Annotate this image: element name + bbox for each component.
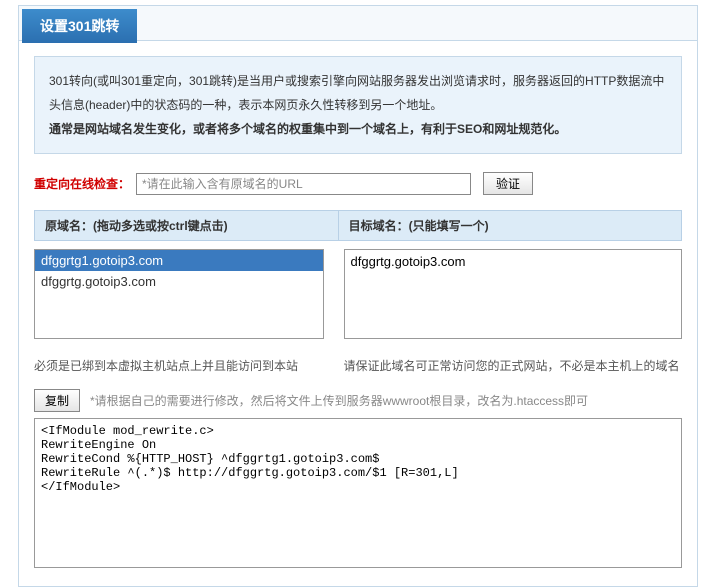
columns-header: 原域名：(拖动多选或按ctrl键点击) 目标域名：(只能填写一个) xyxy=(34,210,682,241)
intro-box: 301转向(或叫301重定向，301跳转)是当用户或搜索引擎向网站服务器发出浏览… xyxy=(34,56,682,154)
source-note: 必须是已绑到本虚拟主机站点上并且能访问到本站 xyxy=(34,357,339,374)
tab-header: 设置301跳转 xyxy=(18,5,698,41)
source-domain-item[interactable]: dfggrtg.gotoip3.com xyxy=(35,271,323,292)
redirect-check-row: 重定向在线检查： 验证 xyxy=(34,172,682,195)
tab-title: 设置301跳转 xyxy=(22,9,137,43)
intro-line2: 通常是网站域名发生变化，或者将多个域名的权重集中到一个域名上，有利于SEO和网址… xyxy=(49,117,667,141)
source-domain-header: 原域名：(拖动多选或按ctrl键点击) xyxy=(35,211,339,240)
verify-button[interactable]: 验证 xyxy=(483,172,533,195)
target-domain-input[interactable] xyxy=(344,249,682,339)
source-domain-item[interactable]: dfggrtg1.gotoip3.com xyxy=(35,250,323,271)
columns-notes: 必须是已绑到本虚拟主机站点上并且能访问到本站 请保证此域名可正常访问您的正式网站… xyxy=(34,357,682,374)
source-domain-list[interactable]: dfggrtg1.gotoip3.comdfggrtg.gotoip3.com xyxy=(34,249,324,339)
intro-line1: 301转向(或叫301重定向，301跳转)是当用户或搜索引擎向网站服务器发出浏览… xyxy=(49,69,667,117)
content-box: 301转向(或叫301重定向，301跳转)是当用户或搜索引擎向网站服务器发出浏览… xyxy=(18,41,698,587)
source-column: dfggrtg1.gotoip3.comdfggrtg.gotoip3.com xyxy=(34,249,339,342)
redirect-check-label: 重定向在线检查： xyxy=(34,175,130,192)
target-column xyxy=(339,249,682,342)
htaccess-code-area[interactable] xyxy=(34,418,682,568)
target-note: 请保证此域名可正常访问您的正式网站，不必是本主机上的域名 xyxy=(339,357,682,374)
target-domain-header: 目标域名：(只能填写一个) xyxy=(339,211,681,240)
copy-button[interactable]: 复制 xyxy=(34,389,80,412)
columns-body: dfggrtg1.gotoip3.comdfggrtg.gotoip3.com xyxy=(34,249,682,342)
copy-row: 复制 *请根据自己的需要进行修改，然后将文件上传到服务器wwwroot根目录，改… xyxy=(34,389,682,412)
copy-note: *请根据自己的需要进行修改，然后将文件上传到服务器wwwroot根目录，改名为.… xyxy=(90,392,588,409)
redirect-check-input[interactable] xyxy=(136,173,471,195)
